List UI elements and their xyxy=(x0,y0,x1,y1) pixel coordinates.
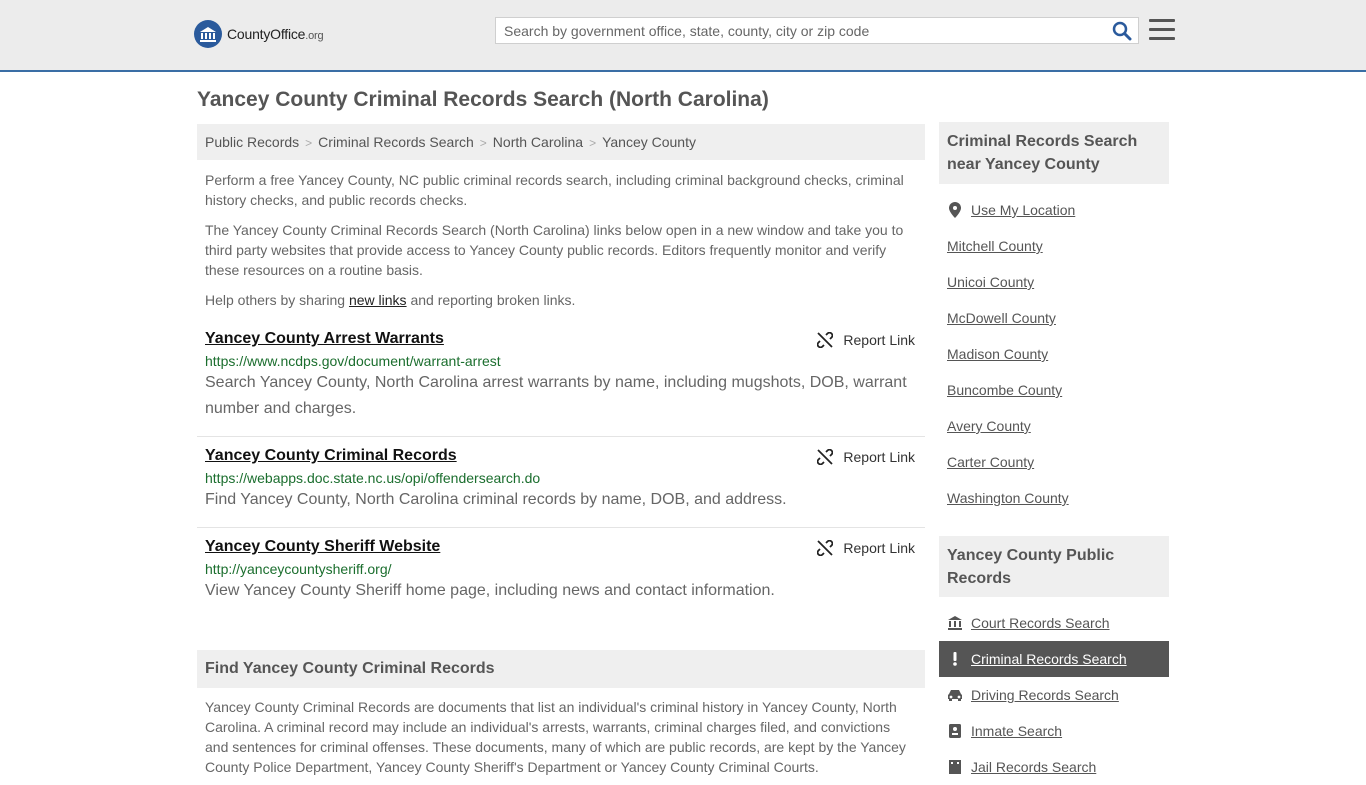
result-description: Find Yancey County, North Carolina crimi… xyxy=(205,491,787,508)
criminal-records-search-link[interactable]: Criminal Records Search xyxy=(939,641,1169,677)
broken-link-icon xyxy=(817,449,834,465)
inmate-search-label: Inmate Search xyxy=(971,723,1063,739)
result-description: Search Yancey County, North Carolina arr… xyxy=(205,374,907,417)
search-bar xyxy=(495,17,1139,44)
breadcrumb: Public Records > Criminal Records Search > N… xyxy=(197,124,925,160)
breadcrumb-separator: > xyxy=(305,136,313,150)
logo-text: CountyOffice.org xyxy=(227,26,324,42)
breadcrumb-public-records[interactable]: Public Records xyxy=(205,134,299,150)
logo-badge-icon xyxy=(194,20,222,48)
breadcrumb-yancey-county[interactable]: Yancey County xyxy=(602,134,696,150)
id-card-icon xyxy=(947,724,963,738)
nearby-county-link[interactable]: Avery County xyxy=(947,418,1031,434)
result-description: View Yancey County Sheriff home page, in… xyxy=(205,582,775,599)
hamburger-menu-icon[interactable] xyxy=(1149,19,1175,43)
result-title-link[interactable]: Yancey County Sheriff Website xyxy=(205,538,440,556)
logo-main-text: CountyOffice xyxy=(227,26,306,42)
top-header: CountyOffice.org xyxy=(0,0,1366,72)
find-section-text: Yancey County Criminal Records are docum… xyxy=(205,699,906,775)
report-link-label: Report Link xyxy=(843,332,915,348)
nearby-county-link[interactable]: McDowell County xyxy=(947,310,1056,326)
driving-records-label: Driving Records Search xyxy=(971,687,1119,703)
criminal-records-label: Criminal Records Search xyxy=(971,651,1127,667)
inmate-search-link[interactable]: Inmate Search xyxy=(939,713,1169,749)
result-url: http://yanceycountysheriff.org/ xyxy=(205,561,392,577)
breadcrumb-criminal-records-search[interactable]: Criminal Records Search xyxy=(318,134,474,150)
intro-paragraph-3: Help others by sharing new links and rep… xyxy=(205,290,915,310)
car-icon xyxy=(947,689,963,701)
driving-records-search-link[interactable]: Driving Records Search xyxy=(939,677,1169,713)
court-records-search-link[interactable]: Court Records Search xyxy=(939,605,1169,641)
courthouse-icon xyxy=(947,616,963,630)
nearby-county-link[interactable]: Buncombe County xyxy=(947,382,1062,398)
result-item: Yancey County Criminal Records Report Li… xyxy=(197,447,925,528)
nearby-county-link[interactable]: Madison County xyxy=(947,346,1048,362)
breadcrumb-separator: > xyxy=(479,136,487,150)
map-marker-icon xyxy=(947,202,963,218)
result-url: https://webapps.doc.state.nc.us/opi/offe… xyxy=(205,470,541,486)
search-input[interactable] xyxy=(496,18,1104,43)
nearby-county-link[interactable]: Washington County xyxy=(947,490,1069,506)
use-my-location-link[interactable]: Use My Location xyxy=(939,192,1169,228)
report-link-label: Report Link xyxy=(843,540,915,556)
use-my-location-label: Use My Location xyxy=(971,202,1076,218)
sidebar-nearby-heading: Criminal Records Search near Yancey Coun… xyxy=(939,122,1169,184)
court-records-label: Court Records Search xyxy=(971,615,1110,631)
breadcrumb-separator: > xyxy=(589,136,597,150)
report-link-button[interactable]: Report Link xyxy=(817,332,915,348)
result-item: Yancey County Sheriff Website Report Lin… xyxy=(197,538,925,618)
report-link-button[interactable]: Report Link xyxy=(817,540,915,556)
page-title: Yancey County Criminal Records Search (N… xyxy=(197,88,769,111)
search-icon[interactable] xyxy=(1112,21,1132,46)
broken-link-icon xyxy=(817,540,834,556)
intro-paragraph-1: Perform a free Yancey County, NC public … xyxy=(205,172,904,208)
building-icon xyxy=(947,760,963,774)
breadcrumb-north-carolina[interactable]: North Carolina xyxy=(493,134,583,150)
jail-records-search-link[interactable]: Jail Records Search xyxy=(939,749,1169,785)
exclamation-icon xyxy=(947,652,963,666)
report-link-label: Report Link xyxy=(843,449,915,465)
intro-p3-text-end: and reporting broken links. xyxy=(406,292,576,308)
report-link-button[interactable]: Report Link xyxy=(817,449,915,465)
new-links-link[interactable]: new links xyxy=(349,292,407,308)
jail-records-label: Jail Records Search xyxy=(971,759,1097,775)
find-section-heading: Find Yancey County Criminal Records xyxy=(197,650,925,688)
logo-suffix-text: .org xyxy=(305,30,324,42)
result-title-link[interactable]: Yancey County Arrest Warrants xyxy=(205,330,444,348)
intro-paragraph-2: The Yancey County Criminal Records Searc… xyxy=(205,222,904,278)
result-title-link[interactable]: Yancey County Criminal Records xyxy=(205,447,457,465)
result-item: Yancey County Arrest Warrants Report Lin… xyxy=(197,330,925,437)
result-url: https://www.ncdps.gov/document/warrant-a… xyxy=(205,353,501,369)
nearby-county-link[interactable]: Mitchell County xyxy=(947,238,1043,254)
nearby-county-link[interactable]: Carter County xyxy=(947,454,1034,470)
nearby-county-link[interactable]: Unicoi County xyxy=(947,274,1034,290)
sidebar-public-records-heading: Yancey County Public Records xyxy=(939,536,1169,597)
site-logo[interactable]: CountyOffice.org xyxy=(194,20,324,48)
intro-p3-text: Help others by sharing xyxy=(205,292,349,308)
broken-link-icon xyxy=(817,332,834,348)
